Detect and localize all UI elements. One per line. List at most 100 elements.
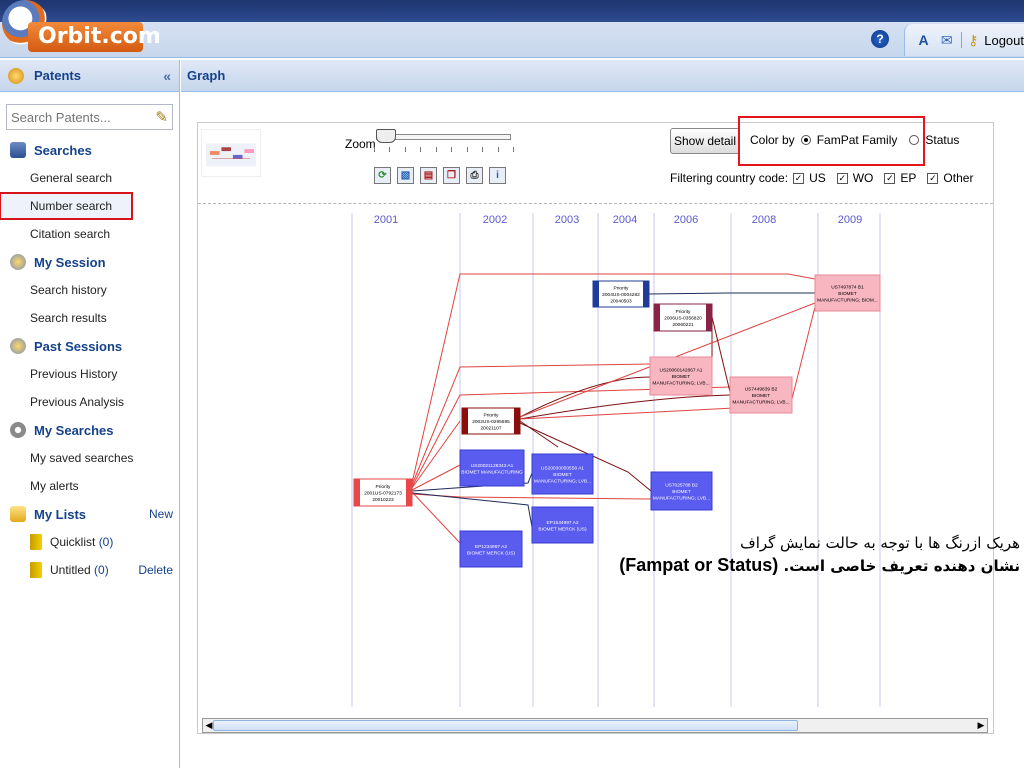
node-text: Priority [614, 286, 630, 292]
sidebar: Patents « ✎ Searches General search Numb… [0, 60, 180, 768]
double-chevron-left-icon[interactable]: « [163, 68, 171, 84]
radio-status[interactable] [909, 135, 920, 145]
sidebar-item-previous-analysis[interactable]: Previous Analysis [0, 388, 179, 416]
list-label: Quicklist [50, 535, 96, 549]
info-icon[interactable]: i [489, 167, 506, 184]
graph-node[interactable]: US20060142867 A1BIOMETMANUFACTURING; LVB… [649, 356, 713, 396]
color-by-label: Color by [750, 133, 795, 147]
graph-edge [411, 363, 651, 486]
annotation-line-1: هریک ازرنگ ها با توجه به حالت نمایش گراف [740, 534, 1020, 552]
node-text: MANUFACTURING; LVB... [534, 479, 591, 485]
zoom-slider-thumb[interactable] [376, 129, 396, 143]
section-my-searches[interactable]: My Searches [0, 416, 179, 444]
brand-name: Orbit.com [38, 24, 161, 49]
graph-edge [519, 394, 731, 420]
year-label: 2006 [674, 214, 698, 226]
list-count: (0) [94, 563, 109, 577]
section-searches[interactable]: Searches [0, 136, 179, 164]
image-export-icon[interactable]: ▧ [397, 167, 414, 184]
graph-edge [648, 292, 815, 295]
checkbox-other[interactable]: ✓ [927, 172, 939, 184]
searches-icon [10, 142, 26, 158]
help-icon[interactable]: ? [871, 30, 889, 48]
graph-node[interactable]: Priority2001US-079217320010223 [353, 478, 413, 507]
graph-node[interactable]: Priority2006US-035682020060221 [653, 303, 713, 332]
refresh-icon[interactable]: ⟳ [374, 167, 391, 184]
print-icon[interactable]: ⎙ [466, 167, 483, 184]
zoom-slider-track[interactable] [376, 134, 511, 140]
copy-icon[interactable]: ❐ [443, 167, 460, 184]
node-text: 2002US-0295595 [472, 419, 510, 425]
graph-overview-minimap[interactable] [201, 129, 261, 177]
sidebar-item-previous-history[interactable]: Previous History [0, 360, 179, 388]
node-text: MANUFACTURING; LVB... [652, 381, 709, 387]
brand-logo[interactable]: Orbit.com ▾ [0, 0, 172, 72]
node-text: BIOMET MANUFACTURING [461, 469, 523, 475]
list-item-untitled[interactable]: Untitled (0) Delete [0, 556, 179, 584]
year-label: 2009 [838, 214, 862, 226]
sidebar-item-search-history[interactable]: Search history [0, 276, 179, 304]
top-bar: Orbit.com ▾ ? A ✉ ⚷ Logout [0, 0, 1024, 72]
radio-fampat-family[interactable] [800, 135, 811, 145]
section-label: My Lists [34, 506, 87, 522]
horizontal-scrollbar[interactable]: ◀ ▶ [202, 718, 988, 733]
magnifier-icon [10, 338, 26, 354]
graph-node[interactable]: US7497874 B1BIOMETMANUFACTURING; BIOM... [814, 274, 881, 312]
node-text: Priority [676, 309, 692, 315]
graph-edge [711, 316, 731, 393]
pencil-icon[interactable]: ✎ [155, 108, 168, 126]
graph-node[interactable]: Priority2004US-000428220040503 [592, 280, 650, 308]
section-my-lists[interactable]: My Lists New [0, 500, 179, 528]
sidebar-item-citation-search[interactable]: Citation search [0, 220, 179, 248]
color-by-group: Color by FamPat Family Status [750, 133, 959, 147]
filter-label: Filtering country code: [670, 171, 789, 185]
year-label: 2004 [613, 214, 637, 226]
node-edge-bar [706, 304, 712, 331]
logout-link[interactable]: Logout [984, 33, 1024, 48]
sidebar-item-my-saved-searches[interactable]: My saved searches [0, 444, 179, 472]
checkbox-ep[interactable]: ✓ [884, 172, 896, 184]
scroll-right-icon[interactable]: ▶ [975, 719, 987, 732]
checkbox-wo[interactable]: ✓ [836, 172, 848, 184]
checkbox-us[interactable]: ✓ [793, 172, 805, 184]
show-detail-button[interactable]: Show detail [670, 128, 740, 154]
brand-menu[interactable]: Orbit.com ▾ [28, 22, 161, 72]
node-text: BIOMET [553, 472, 571, 478]
list-item-quicklist[interactable]: Quicklist (0) [0, 528, 179, 556]
node-text: US20021128343 A1 [471, 463, 514, 469]
search-input[interactable] [11, 109, 151, 125]
pdf-icon[interactable]: ▤ [420, 167, 437, 184]
page-title: Graph [187, 68, 226, 83]
graph-node[interactable]: US20030050558 A1BIOMETMANUFACTURING; LVB… [531, 453, 594, 495]
list-count: (0) [98, 535, 114, 549]
option-label: FamPat Family [816, 133, 898, 147]
citation-graph[interactable]: 2001 2002 2003 2004 2006 2008 2009Priority2004… [198, 207, 993, 712]
sidebar-item-general-search[interactable]: General search [0, 164, 179, 192]
graph-node[interactable]: US7025788 B2BIOMETMANUFACTURING; LVB... [650, 471, 713, 511]
sidebar-item-number-search[interactable]: Number search [0, 192, 133, 220]
user-toolbar: A ✉ ⚷ Logout [904, 24, 1024, 56]
graph-node[interactable]: US7449839 B2BIOMETMANUFACTURING; LVB... [729, 376, 793, 414]
node-text: 20060221 [672, 322, 694, 328]
section-my-session[interactable]: My Session [0, 248, 179, 276]
font-size-icon[interactable]: A [915, 31, 932, 49]
sidebar-item-my-alerts[interactable]: My alerts [0, 472, 179, 500]
mail-icon[interactable]: ✉ [938, 31, 955, 49]
section-label: Past Sessions [34, 338, 123, 354]
new-list-link[interactable]: New [149, 507, 173, 521]
node-edge-bar [406, 479, 412, 506]
scrollbar-thumb[interactable] [213, 720, 798, 731]
node-edge-bar [593, 281, 599, 307]
main-header: Graph [181, 60, 1024, 92]
node-text: 20040503 [610, 299, 632, 305]
section-past-sessions[interactable]: Past Sessions [0, 332, 179, 360]
annotation-rest: نشان دهنده تعریف خاصی است. [783, 557, 1020, 575]
node-text: 20021107 [481, 426, 502, 432]
graph-node[interactable]: Priority2002US-029559520021107 [461, 407, 521, 435]
graph-node[interactable]: US20021128343 A1BIOMET MANUFACTURING [459, 449, 525, 487]
annotation-line-2: نشان دهنده تعریف خاصی است. (Fampat or St… [340, 554, 1020, 577]
country-filter: Filtering country code: ✓ US ✓ WO ✓ EP ✓ Oth… [670, 171, 973, 185]
sidebar-item-search-results[interactable]: Search results [0, 304, 179, 332]
delete-list-link[interactable]: Delete [138, 563, 173, 577]
graph-edge [791, 306, 816, 400]
